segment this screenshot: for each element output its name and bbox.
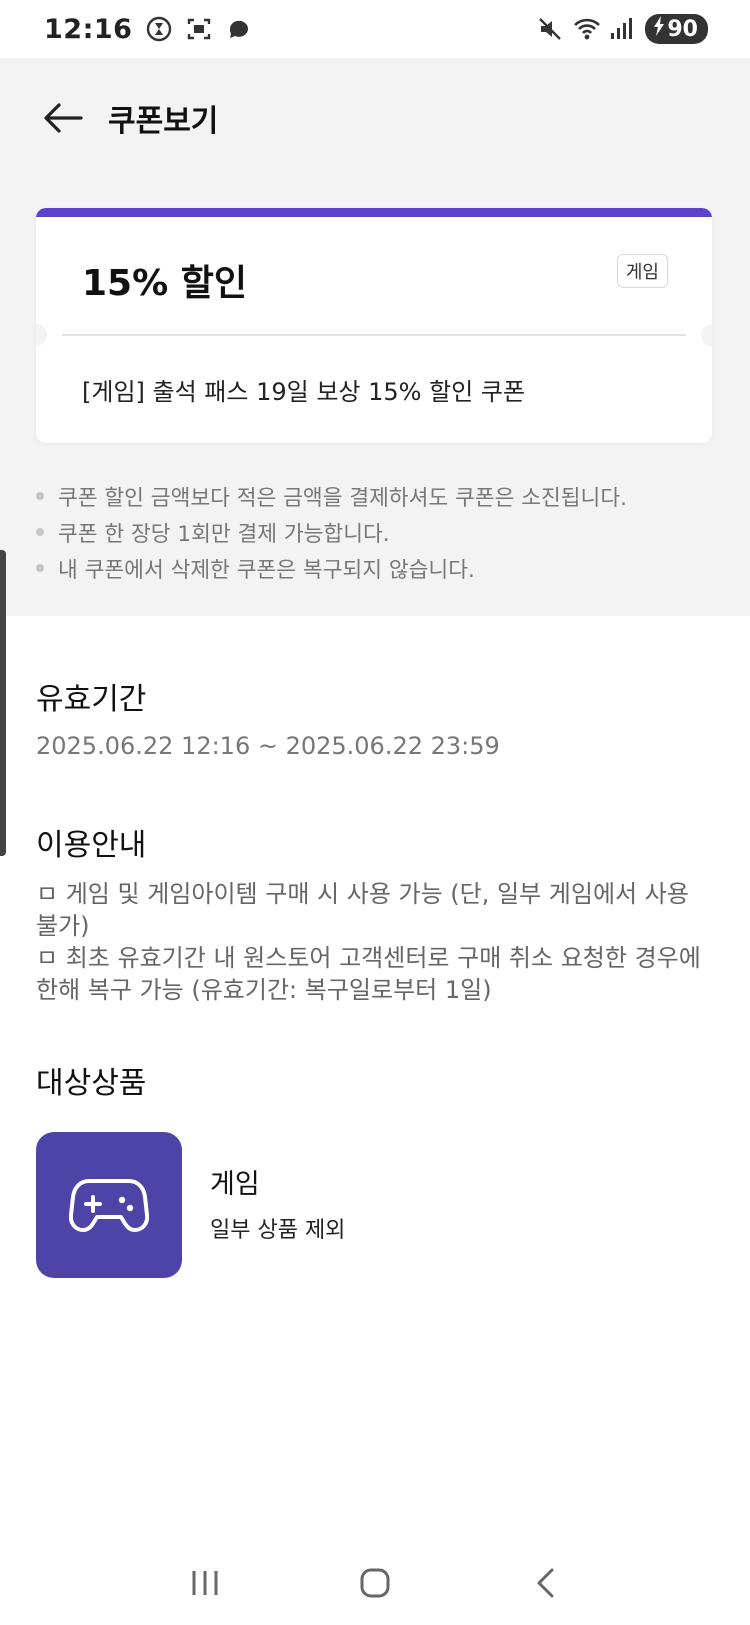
coupon-title: 15% 할인 [82, 263, 247, 304]
charging-icon [653, 16, 665, 42]
battery-level: 90 [667, 16, 698, 42]
gamepad-icon [69, 1179, 149, 1232]
target-title: 대상상품 [36, 1066, 147, 1101]
recents-icon [192, 1570, 218, 1595]
bullet-icon [36, 528, 44, 536]
wifi-icon [573, 16, 601, 42]
coupon-card: 15% 할인 게임 [게임] 출석 패스 19일 보상 15% 할인 쿠폰 [36, 208, 712, 443]
coupon-divider [62, 334, 686, 336]
back-icon [537, 1568, 554, 1597]
coupon-notch-right [701, 324, 712, 346]
coupon-category-badge: 게임 [616, 254, 668, 288]
bullet-icon [36, 564, 44, 572]
edge-panel-handle[interactable] [0, 550, 6, 856]
validity-period: 2025.06.22 12:16 ~ 2025.06.22 23:59 [36, 732, 500, 760]
chat-bubble-icon [226, 16, 252, 42]
note-item: 쿠폰 할인 금액보다 적은 금액을 결제하셔도 쿠폰은 소진됩니다. [36, 478, 726, 514]
coupon-notes: 쿠폰 할인 금액보다 적은 금액을 결제하셔도 쿠폰은 소진됩니다. 쿠폰 한 … [36, 478, 726, 586]
recents-button[interactable] [175, 1553, 235, 1613]
note-text: 내 쿠폰에서 삭제한 쿠폰은 복구되지 않습니다. [58, 557, 475, 583]
product-thumbnail[interactable] [36, 1132, 182, 1278]
coupon-notch-left [36, 324, 47, 346]
hourglass-icon [146, 16, 172, 42]
app-header: 쿠폰보기 [0, 58, 750, 178]
signal-icon [609, 16, 635, 42]
product-name: 게임 [210, 1169, 260, 1200]
status-time: 12:16 [44, 13, 133, 45]
back-button[interactable] [40, 95, 86, 141]
note-text: 쿠폰 한 장당 1회만 결제 가능합니다. [58, 521, 390, 547]
usage-line: ㅁ 게임 및 게임아이템 구매 시 사용 가능 (단, 일부 게임에서 사용 불… [36, 880, 689, 940]
home-button[interactable] [345, 1553, 405, 1613]
note-item: 내 쿠폰에서 삭제한 쿠폰은 복구되지 않습니다. [36, 550, 726, 586]
system-nav-bar [0, 1540, 750, 1625]
note-text: 쿠폰 할인 금액보다 적은 금액을 결제하셔도 쿠폰은 소진됩니다. [58, 485, 627, 511]
screen-capture-icon [186, 16, 212, 42]
status-left: 12:16 [44, 14, 252, 45]
validity-title: 유효기간 [36, 682, 147, 717]
status-right: 90 [537, 14, 708, 44]
battery-indicator: 90 [645, 14, 708, 44]
bullet-icon [36, 492, 44, 500]
product-note: 일부 상품 제외 [210, 1218, 346, 1243]
page-title: 쿠폰보기 [108, 104, 219, 139]
usage-guide: ㅁ 게임 및 게임아이템 구매 시 사용 가능 (단, 일부 게임에서 사용 불… [36, 878, 716, 1006]
arrow-left-icon [44, 103, 83, 133]
coupon-description: [게임] 출석 패스 19일 보상 15% 할인 쿠폰 [82, 378, 526, 406]
note-item: 쿠폰 한 장당 1회만 결제 가능합니다. [36, 514, 726, 550]
usage-title: 이용안내 [36, 828, 147, 863]
mute-icon [537, 16, 563, 42]
status-bar: 12:16 90 [0, 0, 750, 58]
nav-back-button[interactable] [515, 1553, 575, 1613]
home-icon [360, 1568, 390, 1597]
usage-line: ㅁ 최초 유효기간 내 원스토어 고객센터로 구매 취소 요청한 경우에 한해 … [36, 944, 701, 1004]
coupon-accent-bar [36, 208, 712, 217]
